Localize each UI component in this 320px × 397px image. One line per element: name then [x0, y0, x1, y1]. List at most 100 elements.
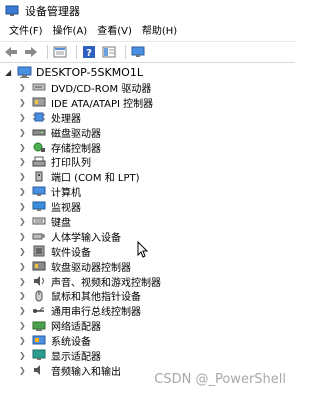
tree-item-label: 打印队列 — [51, 158, 91, 170]
help-icon: ? — [83, 46, 95, 59]
tree-item-floppy-controller[interactable]: ❯ 软盘驱动器控制器 — [0, 259, 295, 274]
back-button[interactable] — [3, 44, 19, 60]
tree-item-usb[interactable]: ❯ 通用串行总线控制器 — [0, 303, 295, 318]
tree-item-label: 人体学输入设备 — [51, 232, 121, 244]
forward-icon — [25, 47, 37, 57]
chevron-right-icon[interactable]: ❯ — [19, 217, 28, 226]
usb-icon — [33, 307, 44, 313]
chevron-right-icon[interactable]: ❯ — [19, 128, 28, 137]
tree-root[interactable]: ◢ DESKTOP-5SKMO1L — [0, 64, 295, 80]
chevron-right-icon[interactable]: ❯ — [19, 202, 28, 211]
toolbar: ? — [0, 42, 295, 63]
processor-icon — [33, 112, 45, 122]
tree-item-port[interactable]: ❯ 端口 (COM 和 LPT) — [0, 169, 295, 184]
monitor-icon — [131, 46, 145, 57]
back-icon — [5, 47, 17, 57]
tree-item-dvd[interactable]: ❯ DVD/CD-ROM 驱动器 — [0, 80, 295, 95]
tree-item-label: DVD/CD-ROM 驱动器 — [51, 83, 152, 95]
chevron-right-icon[interactable]: ❯ — [19, 83, 28, 92]
chevron-right-icon[interactable]: ❯ — [19, 187, 28, 196]
chevron-right-icon[interactable]: ❯ — [19, 306, 28, 315]
chevron-right-icon[interactable]: ❯ — [19, 247, 28, 256]
tree-item-processor[interactable]: ❯ 处理器 — [0, 110, 295, 125]
tree-item-disk[interactable]: ❯ 磁盘驱动器 — [0, 125, 295, 140]
display-adapter-icon — [32, 349, 46, 361]
tree-item-label: 网络适配器 — [51, 322, 101, 334]
tree-item-label: 音频输入和输出 — [51, 366, 121, 378]
menu-help[interactable]: 帮助(H) — [137, 22, 182, 41]
tree-item-label: IDE ATA/ATAPI 控制器 — [51, 98, 154, 110]
tree-item-label: 键盘 — [51, 217, 71, 229]
audio-io-icon — [34, 365, 40, 376]
chevron-right-icon[interactable]: ❯ — [19, 232, 28, 241]
chevron-right-icon[interactable]: ❯ — [19, 98, 28, 107]
mouse-icon — [35, 290, 43, 302]
view-button[interactable] — [101, 44, 117, 60]
tree-item-label: 计算机 — [51, 188, 81, 200]
chevron-right-icon[interactable]: ❯ — [19, 113, 28, 122]
tree-item-label: 声音、视频和游戏控制器 — [51, 277, 161, 289]
tree-item-label: 软件设备 — [51, 247, 91, 259]
window-title: 设备管理器 — [25, 5, 80, 18]
tree-item-label: 软盘驱动器控制器 — [51, 262, 131, 274]
tree-item-keyboard[interactable]: ❯ 键盘 — [0, 214, 295, 229]
storage-controller-icon — [33, 142, 45, 152]
hid-icon — [32, 233, 45, 240]
chevron-right-icon[interactable]: ❯ — [19, 172, 28, 181]
port-icon — [35, 171, 43, 182]
chevron-right-icon[interactable]: ❯ — [19, 277, 28, 286]
forward-button[interactable] — [23, 44, 39, 60]
floppy-controller-icon — [32, 261, 46, 271]
software-device-icon — [33, 245, 45, 257]
tree-item-mouse[interactable]: ❯ 鼠标和其他指针设备 — [0, 288, 295, 303]
sound-icon — [34, 276, 44, 287]
tree-root-label: DESKTOP-5SKMO1L — [36, 65, 143, 79]
tree-item-storage[interactable]: ❯ 存储控制器 — [0, 140, 295, 155]
tree-item-label: 显示适配器 — [51, 351, 101, 363]
chevron-right-icon[interactable]: ❯ — [19, 143, 28, 152]
chevron-right-icon[interactable]: ❯ — [19, 336, 28, 345]
view-icon — [102, 46, 116, 58]
keyboard-icon — [32, 217, 46, 225]
tree-item-computer[interactable]: ❯ 计算机 — [0, 184, 295, 199]
tree-item-ide[interactable]: ❯ IDE ATA/ATAPI 控制器 — [0, 95, 295, 110]
tree-item-label: 监视器 — [51, 203, 81, 215]
chevron-right-icon[interactable]: ❯ — [19, 291, 28, 300]
tree-item-sound[interactable]: ❯ 声音、视频和游戏控制器 — [0, 274, 295, 289]
scan-hardware-button[interactable] — [130, 44, 146, 60]
mouse-cursor-icon — [137, 241, 149, 258]
tree-item-label: 系统设备 — [51, 337, 91, 349]
menu-bar: 文件(F) 操作(A) 查看(V) 帮助(H) — [0, 22, 295, 42]
tree-item-network-adapter[interactable]: ❯ 网络适配器 — [0, 318, 295, 333]
tree-item-label: 通用串行总线控制器 — [51, 307, 141, 319]
computer-icon — [32, 186, 46, 196]
properties-button[interactable] — [52, 44, 68, 60]
ide-controller-icon — [32, 97, 46, 107]
help-button[interactable]: ? — [81, 44, 97, 60]
properties-icon — [53, 46, 67, 58]
chevron-right-icon[interactable]: ❯ — [19, 366, 28, 375]
system-device-icon — [32, 335, 46, 345]
tree-item-monitor[interactable]: ❯ 监视器 — [0, 199, 295, 214]
chevron-right-icon[interactable]: ❯ — [19, 262, 28, 271]
tree-item-display-adapter[interactable]: ❯ 显示适配器 — [0, 348, 295, 363]
tree-item-label: 鼠标和其他指针设备 — [51, 292, 141, 304]
menu-action[interactable]: 操作(A) — [48, 22, 93, 41]
tree-item-print-queue[interactable]: ❯ 打印队列 — [0, 154, 295, 169]
dvd-drive-icon — [32, 83, 46, 91]
toolbar-separator — [76, 45, 77, 59]
device-tree: ◢ DESKTOP-5SKMO1L ❯ DVD/CD-ROM 驱动器 ❯ IDE… — [0, 64, 295, 397]
network-adapter-icon — [32, 321, 46, 331]
tree-item-label: 处理器 — [51, 113, 81, 125]
chevron-down-icon[interactable]: ◢ — [5, 68, 14, 77]
chevron-right-icon[interactable]: ❯ — [19, 157, 28, 166]
tree-item-label: 存储控制器 — [51, 143, 101, 155]
tree-item-label: 端口 (COM 和 LPT) — [51, 173, 140, 185]
chevron-right-icon[interactable]: ❯ — [19, 351, 28, 360]
menu-file[interactable]: 文件(F) — [4, 22, 48, 41]
menu-view[interactable]: 查看(V) — [92, 22, 137, 41]
title-bar: 设备管理器 — [0, 0, 295, 22]
chevron-right-icon[interactable]: ❯ — [19, 321, 28, 330]
computer-icon — [17, 66, 32, 78]
tree-item-system-device[interactable]: ❯ 系统设备 — [0, 333, 295, 348]
